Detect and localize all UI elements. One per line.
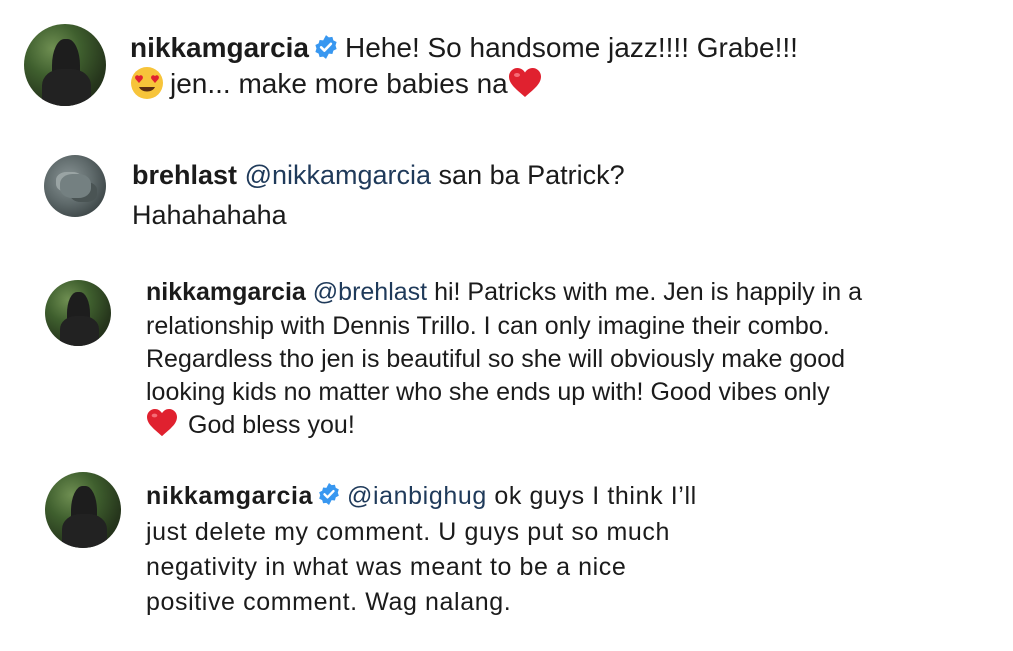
username[interactable]: nikkamgarcia xyxy=(146,278,306,306)
smiling-face-with-heart-eyes-emoji-icon xyxy=(131,66,163,99)
username[interactable]: brehlast xyxy=(132,160,237,190)
mention-link[interactable]: @brehlast xyxy=(313,278,427,306)
comment-text: san ba Patrick? xyxy=(438,160,625,190)
red-heart-emoji-icon xyxy=(147,409,177,437)
comment-text: looking kids no matter who she ends up w… xyxy=(146,378,830,406)
comment-text: Regardless tho jen is beautiful so she w… xyxy=(146,345,845,373)
username[interactable]: nikkamgarcia xyxy=(146,482,313,510)
verified-badge-icon xyxy=(315,34,337,59)
avatar[interactable] xyxy=(45,280,111,346)
mention-link[interactable]: @nikkamgarcia xyxy=(245,160,431,190)
avatar[interactable] xyxy=(44,155,106,217)
comment-text: Hehe! So handsome jazz!!!! Grabe!!! xyxy=(345,32,798,63)
mention-link[interactable]: @ianbighug xyxy=(347,482,487,510)
comment-text: positive comment. Wag nalang. xyxy=(146,588,512,616)
comment-text: jen... make more babies na xyxy=(170,68,508,99)
comment-text: God bless you! xyxy=(188,411,355,439)
avatar[interactable] xyxy=(45,472,121,548)
comment-text: negativity in what was meant to be a nic… xyxy=(146,553,627,581)
comment-text: hi! Patricks with me. Jen is happily in … xyxy=(434,278,863,306)
comment-text: just delete my comment. U guys put so mu… xyxy=(146,518,671,546)
red-heart-emoji-icon xyxy=(508,67,541,97)
username[interactable]: nikkamgarcia xyxy=(130,32,309,63)
comment-text: relationship with Dennis Trillo. I can o… xyxy=(146,312,830,340)
comment-text: Hahahahaha xyxy=(132,200,287,230)
avatar[interactable] xyxy=(24,24,106,106)
comment-text: ok guys I think I’ll xyxy=(494,482,697,510)
verified-badge-icon xyxy=(319,483,339,506)
